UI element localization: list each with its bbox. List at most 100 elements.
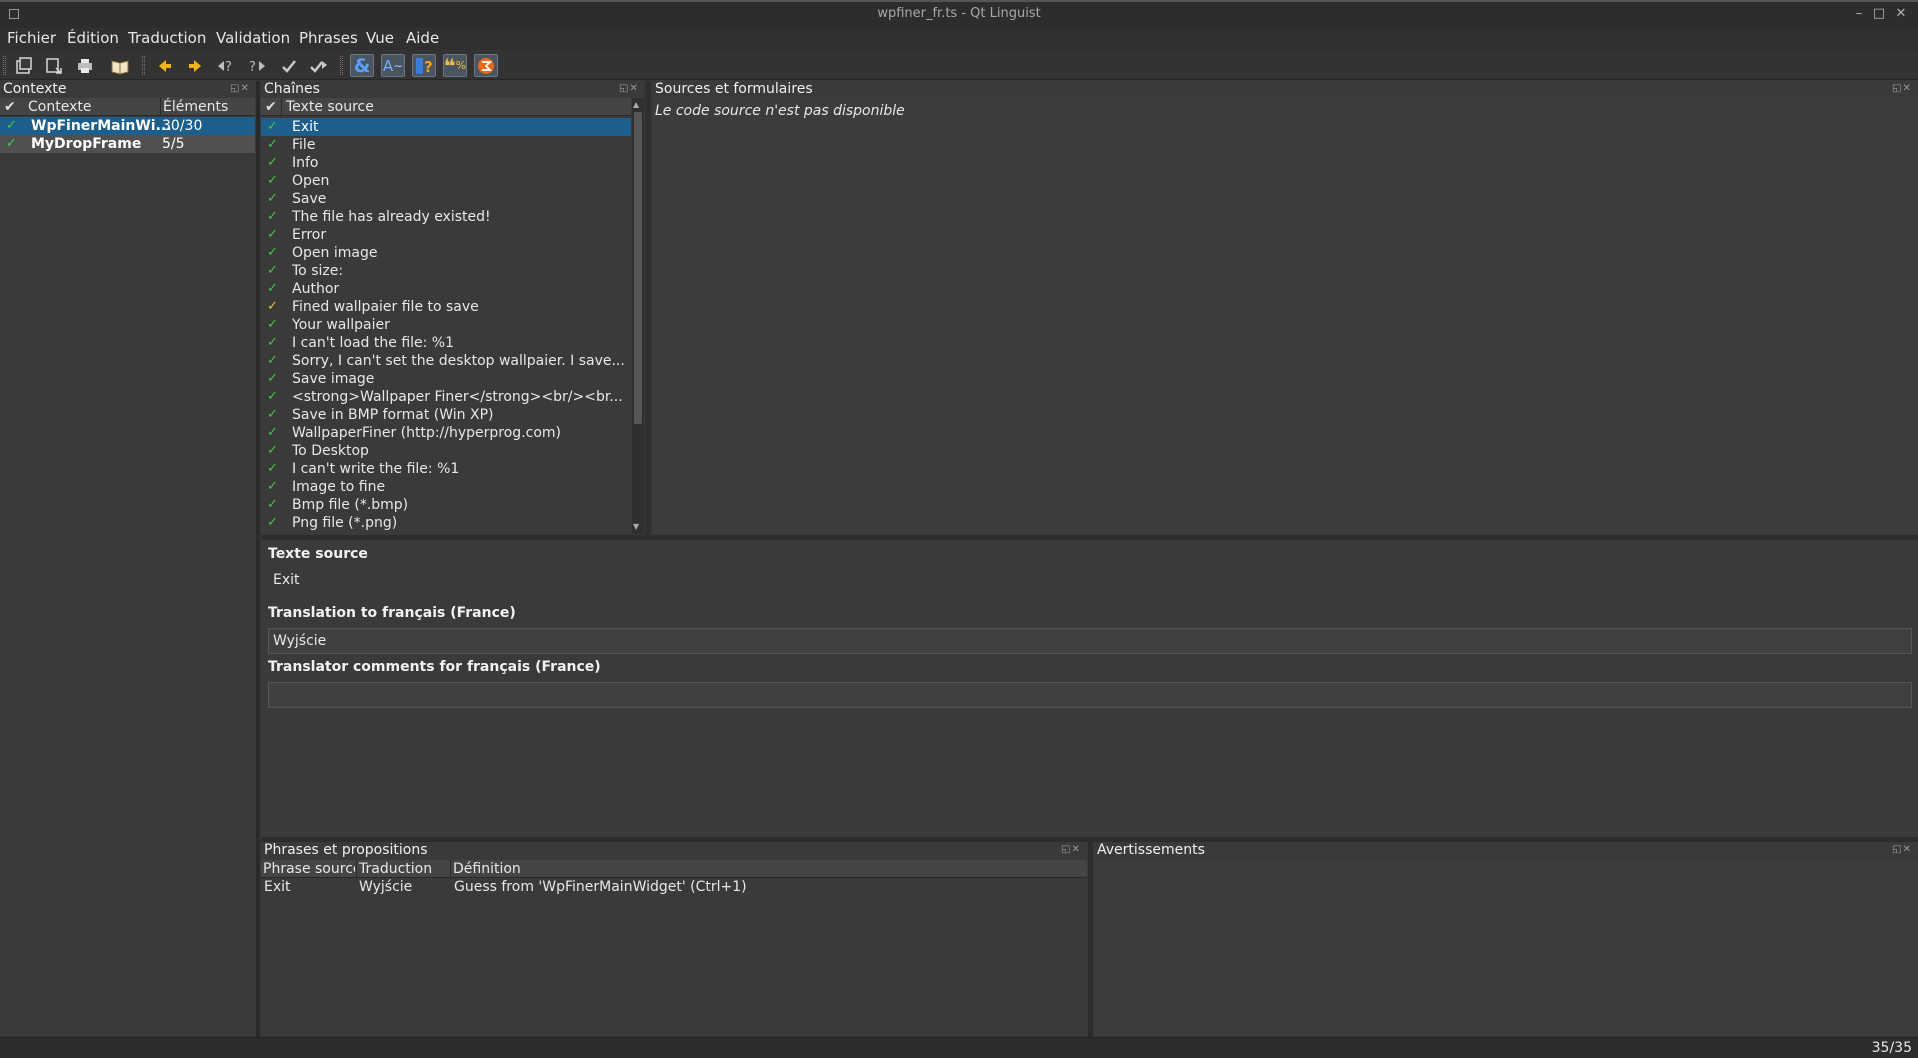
string-row[interactable]: ✓ <strong>Wallpaper Finer</strong><br/><b… [261, 388, 631, 406]
sources-dock-buttons[interactable]: ◱✕ [1892, 83, 1912, 94]
source-text-value: Exit [273, 572, 300, 588]
strings-scrollbar[interactable]: ▲ ▼ [632, 98, 644, 534]
string-row[interactable]: ✓ I can't load the file: %1 [261, 334, 631, 352]
string-row[interactable]: ✓ The file has already existed! [261, 208, 631, 226]
print-icon[interactable] [73, 54, 97, 77]
string-row[interactable]: ✓ To Desktop [261, 442, 631, 460]
header-elements[interactable]: Éléments [160, 98, 228, 116]
context-count: 5/5 [162, 136, 185, 152]
accelerators-icon[interactable]: & [350, 54, 374, 77]
sources-dock-title: Sources et formulaires [655, 81, 813, 97]
string-row[interactable]: ✓ Save image [261, 370, 631, 388]
check-icon: ✓ [267, 371, 278, 386]
close-icon[interactable]: ✕ [1893, 6, 1909, 21]
source-text-label: Texte source [268, 546, 368, 562]
progress-status: 35/35 [1871, 1040, 1912, 1056]
done-next-icon[interactable] [307, 54, 331, 77]
string-row[interactable]: ✓ Open [261, 172, 631, 190]
string-source-text: I can't write the file: %1 [292, 461, 460, 477]
string-row[interactable]: ✓ Save in BMP format (Win XP) [261, 406, 631, 424]
string-row[interactable]: ✓ Info [261, 154, 631, 172]
context-panel: ✔ Contexte Éléments ✓ WpFinerMainWi... 3… [0, 98, 255, 1036]
string-row[interactable]: ✓ Image to fine [261, 478, 631, 496]
next-unfinished-icon[interactable]: ? [245, 54, 269, 77]
check-icon: ✓ [267, 425, 278, 440]
save-icon[interactable] [42, 54, 66, 77]
header-contexte[interactable]: Contexte [28, 98, 91, 116]
open-icon[interactable] [12, 54, 36, 77]
menu-traduction[interactable]: Traduction [128, 29, 206, 47]
scroll-down-icon[interactable]: ▼ [633, 522, 639, 531]
translation-field[interactable]: Wyjście [268, 628, 1912, 654]
menu-validation[interactable]: Validation [216, 29, 290, 47]
check-icon: ✓ [267, 227, 278, 242]
context-row[interactable]: ✓ MyDropFrame 5/5 [0, 135, 255, 153]
check-icon: ✓ [267, 461, 278, 476]
string-row[interactable]: ✓ To size: [261, 262, 631, 280]
splitter-bottom[interactable] [1088, 842, 1093, 1037]
scroll-thumb[interactable] [634, 112, 642, 424]
check-icon: ✓ [6, 136, 17, 151]
menu-edition[interactable]: Édition [67, 29, 119, 47]
toolbar-separator [142, 56, 145, 75]
maximize-icon[interactable]: □ [1871, 6, 1887, 21]
strings-dock-buttons[interactable]: ◱✕ [619, 83, 639, 94]
splitter-middle[interactable] [645, 81, 651, 535]
place-marker-icon[interactable]: ❝% [443, 54, 467, 78]
header-texte-source[interactable]: Texte source [281, 98, 374, 116]
done-icon[interactable] [277, 54, 301, 77]
menu-aide[interactable]: Aide [406, 29, 439, 47]
punctuation-icon[interactable]: A ∼ [381, 54, 405, 77]
phrasebook-icon[interactable] [108, 54, 132, 77]
phrase-definition: Guess from 'WpFinerMainWidget' (Ctrl+1) [454, 879, 747, 895]
string-row[interactable]: ✓ Png file (*.png) [261, 514, 631, 532]
string-row[interactable]: ✓ WallpaperFiner (http://hyperprog.com) [261, 424, 631, 442]
string-source-text: Exit [292, 119, 319, 135]
string-row[interactable]: ✓ Error [261, 226, 631, 244]
string-row[interactable]: ✓ Open image [261, 244, 631, 262]
svg-text:?: ? [424, 58, 433, 76]
check-icon: ✓ [267, 353, 278, 368]
next-icon[interactable] [183, 54, 207, 77]
header-definition[interactable]: Définition [450, 860, 521, 878]
string-row[interactable]: ✓ I can't write the file: %1 [261, 460, 631, 478]
context-table-header: ✔ Contexte Éléments [0, 98, 255, 116]
string-row[interactable]: ✓ Your wallpaier [261, 316, 631, 334]
header-phrase-source[interactable]: Phrase source [263, 860, 355, 878]
string-row[interactable]: ✓ Save [261, 190, 631, 208]
phrase-row[interactable]: Exit Wyjście Guess from 'WpFinerMainWidg… [261, 878, 1087, 896]
context-row[interactable]: ✓ WpFinerMainWi... 30/30 [0, 117, 255, 135]
context-dock-title: Contexte [3, 81, 67, 97]
string-row[interactable]: ✓ Author [261, 280, 631, 298]
prev-unfinished-icon[interactable]: ? [214, 54, 238, 77]
string-source-text: To size: [292, 263, 344, 279]
phrase-match-icon[interactable]: ? [412, 54, 436, 77]
toolbar: ? ? & A ∼ ? ❝% [0, 50, 1918, 80]
check-icon: ✓ [267, 515, 278, 530]
surrounding-whitespace-icon[interactable] [474, 54, 498, 77]
splitter-left[interactable] [256, 81, 260, 1037]
phrases-dock-buttons[interactable]: ◱✕ [1061, 844, 1081, 855]
phrases-panel: Phrase source Traduction Définition Exit… [261, 860, 1087, 1036]
header-check-icon: ✔ [4, 99, 16, 115]
menu-vue[interactable]: Vue [366, 29, 394, 47]
comments-field[interactable] [268, 682, 1912, 708]
scroll-up-icon[interactable]: ▲ [633, 100, 639, 109]
string-source-text: I can't load the file: %1 [292, 335, 455, 351]
string-source-text: Save in BMP format (Win XP) [292, 407, 494, 423]
context-dock-buttons[interactable]: ◱✕ [230, 83, 250, 94]
string-row[interactable]: ✓ Fined wallpaier file to save [261, 298, 631, 316]
string-source-text: WallpaperFiner (http://hyperprog.com) [292, 425, 562, 441]
menu-phrases[interactable]: Phrases [299, 29, 358, 47]
phrase-translation: Wyjście [359, 879, 413, 895]
string-row[interactable]: ✓ Sorry, I can't set the desktop wallpaie… [261, 352, 631, 370]
menu-fichier[interactable]: Fichier [7, 29, 56, 47]
warnings-dock-buttons[interactable]: ◱✕ [1892, 844, 1912, 855]
string-row[interactable]: ✓ File [261, 136, 631, 154]
string-row[interactable]: ✓ Bmp file (*.bmp) [261, 496, 631, 514]
header-traduction[interactable]: Traduction [356, 860, 432, 878]
string-source-text: Info [292, 155, 319, 171]
string-row[interactable]: ✓ Exit [261, 118, 631, 136]
prev-icon[interactable] [153, 54, 177, 77]
minimize-icon[interactable]: – [1851, 6, 1867, 21]
